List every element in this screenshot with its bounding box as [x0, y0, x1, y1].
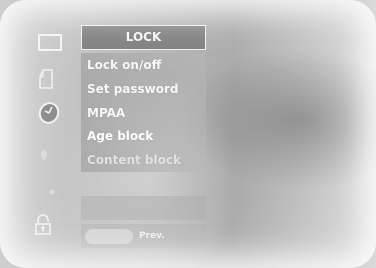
audio-menu-icon[interactable]: [38, 68, 56, 90]
menu-item-set-password[interactable]: Set password: [87, 79, 179, 99]
option-menu-icon[interactable]: [41, 150, 47, 160]
menu-title: LOCK: [81, 25, 206, 50]
tv-screen: LOCK Lock on/off Set password MPAA Age b…: [0, 0, 376, 268]
menu-item-mpaa[interactable]: MPAA: [87, 103, 125, 123]
setup-menu-icon[interactable]: [49, 190, 55, 194]
menu-item-age-block[interactable]: Age block: [87, 126, 153, 146]
menu-item-lock-on-off[interactable]: Lock on/off: [87, 55, 161, 75]
screen-menu-icon[interactable]: [38, 34, 62, 51]
prev-button[interactable]: [85, 229, 133, 244]
lock-menu-icon[interactable]: [34, 214, 52, 236]
time-menu-icon[interactable]: [37, 101, 61, 125]
info-box: [81, 196, 206, 220]
menu-item-content-block[interactable]: Content block: [87, 150, 181, 170]
prev-label: Prev.: [139, 231, 165, 241]
